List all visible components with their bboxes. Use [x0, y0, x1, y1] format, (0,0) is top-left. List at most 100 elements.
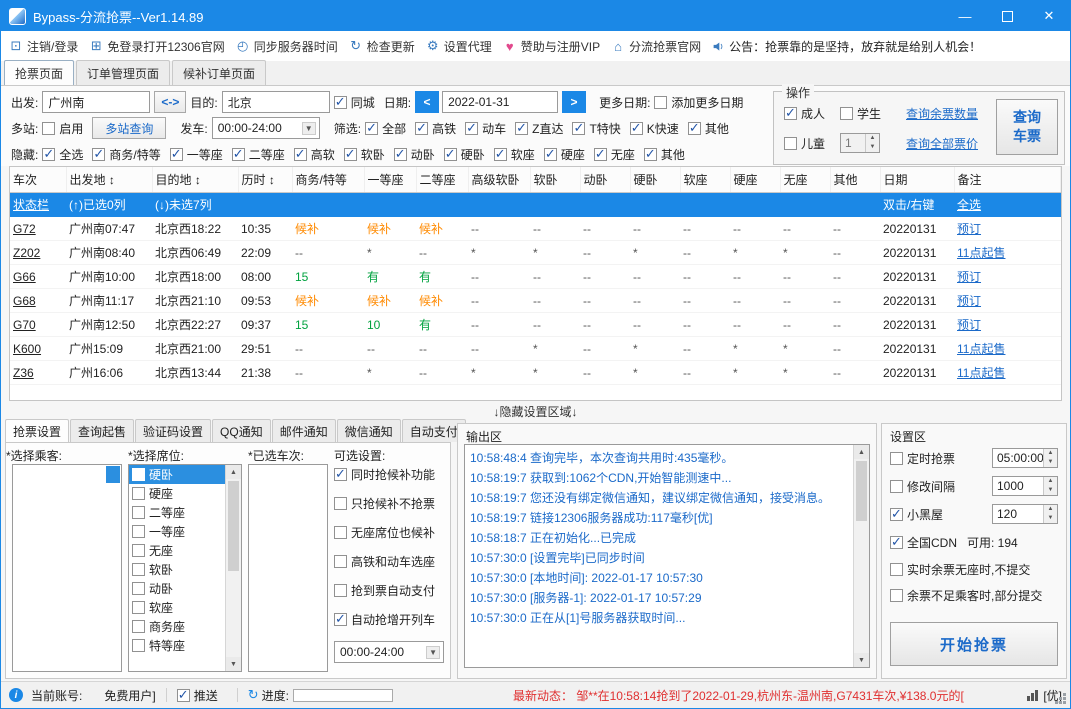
seat-item[interactable]: 一等座	[129, 522, 226, 541]
push-checkbox[interactable]	[176, 687, 190, 703]
scroll-up-icon[interactable]: ▲	[226, 465, 241, 479]
train-row[interactable]: G72 广州南07:47 北京西18:22 10:35 候补 候补 候补 -- -- -- -- --…	[10, 216, 1061, 241]
cell[interactable]: G70	[10, 312, 66, 337]
hide-option[interactable]: 高软	[293, 146, 335, 163]
seat-scrollbar[interactable]: ▲ ▼	[225, 465, 241, 671]
child-count-spinner[interactable]: 1 ▲ ▼	[840, 133, 880, 153]
hidden-area-divider[interactable]: ↓隐藏设置区域↓	[1, 401, 1070, 421]
menu-item[interactable]: ⊡ 注销/登录	[9, 38, 79, 55]
filter-checkbox[interactable]	[415, 120, 429, 136]
add-more-dates-option[interactable]: 添加更多日期	[654, 94, 743, 111]
page-tab[interactable]: 候补订单页面	[172, 60, 267, 85]
seat-item[interactable]: 软卧	[129, 560, 226, 579]
menu-item[interactable]: ⌂ 分流抢票官网	[611, 38, 701, 55]
settings-tab[interactable]: 查询起售	[70, 419, 135, 442]
seat-item[interactable]: 无座	[129, 541, 226, 560]
hide-checkbox[interactable]	[343, 146, 357, 162]
hide-checkbox[interactable]	[593, 146, 607, 162]
column-header[interactable]: 车次	[10, 167, 67, 193]
spinner-up-icon[interactable]: ▲	[1044, 477, 1057, 486]
menu-item[interactable]: ◴ 同步服务器时间	[236, 38, 338, 55]
optional-setting-checkbox[interactable]	[334, 583, 347, 597]
cell[interactable]: Z36	[10, 360, 66, 385]
optional-setting-checkbox[interactable]	[334, 611, 347, 627]
optional-setting-row[interactable]: 无座席位也候补	[334, 522, 448, 542]
column-header[interactable]: 硬座	[730, 167, 781, 193]
depart-time-select[interactable]: 00:00-24:00 ▼	[211, 117, 320, 139]
filter-option[interactable]: Z直达	[515, 120, 563, 137]
seat-checkbox[interactable]	[132, 582, 145, 595]
settings-tab[interactable]: 微信通知	[336, 419, 401, 442]
query-price-link[interactable]: 查询全部票价	[906, 135, 978, 152]
filter-checkbox[interactable]	[515, 120, 529, 136]
filter-option[interactable]: T特快	[572, 120, 621, 137]
add-more-dates-checkbox[interactable]	[654, 95, 668, 109]
column-header[interactable]: 日期	[880, 167, 955, 193]
filter-option[interactable]: K快速	[629, 120, 679, 137]
blackroom-checkbox[interactable]	[890, 506, 903, 522]
optional-setting-checkbox[interactable]	[334, 525, 347, 539]
scroll-down-icon[interactable]: ▼	[854, 653, 869, 667]
seat-checkbox[interactable]	[132, 468, 145, 481]
hide-checkbox[interactable]	[169, 146, 183, 162]
timed-grab-checkbox[interactable]	[890, 451, 903, 465]
child-checkbox[interactable]	[784, 137, 797, 150]
settings-tab[interactable]: 验证码设置	[135, 419, 212, 442]
optional-setting-row[interactable]: 只抢候补不抢票	[334, 493, 448, 513]
hide-option[interactable]: 软座	[493, 146, 535, 163]
column-header[interactable]: 无座	[780, 167, 831, 193]
hide-checkbox[interactable]	[643, 146, 657, 162]
query-ticket-button[interactable]: 查询车票	[996, 99, 1058, 155]
cell[interactable]: 11点起售	[954, 240, 1061, 265]
passenger-listbox[interactable]	[12, 464, 122, 672]
hide-checkbox[interactable]	[92, 146, 106, 162]
filter-option[interactable]: 其他	[687, 120, 729, 137]
scroll-up-icon[interactable]: ▲	[854, 445, 869, 459]
train-row[interactable]: Z202 广州南08:40 北京西06:49 22:09 -- * -- * * -- * -- * * -…	[10, 240, 1061, 265]
adult-checkbox[interactable]	[784, 105, 797, 121]
hide-option[interactable]: 商务/特等	[92, 146, 161, 163]
hide-checkbox[interactable]	[231, 146, 245, 162]
status-row[interactable]: 状态栏 (↑)已选0列 (↓)未选7列 双击/右键 全选	[10, 192, 1061, 217]
seat-checkbox[interactable]	[132, 525, 145, 538]
spinner-down-icon[interactable]: ▼	[1044, 514, 1057, 523]
train-table[interactable]: 车次 出发地 ↕ 目的地 ↕ 历时 ↕ 商务/特等 一等座 二等座 高级软卧 软卧 动卧 硬卧 软座硬…	[9, 166, 1062, 401]
adult-option[interactable]: 成人	[784, 105, 825, 122]
partial-checkbox[interactable]	[890, 588, 903, 602]
hide-checkbox[interactable]	[493, 146, 507, 162]
seat-checkbox[interactable]	[132, 544, 145, 557]
close-button[interactable]: ✕	[1028, 1, 1070, 31]
page-tab[interactable]: 订单管理页面	[76, 60, 171, 85]
output-scrollbar[interactable]: ▲ ▼	[853, 445, 869, 667]
noseat-checkbox[interactable]	[890, 562, 903, 576]
next-date-button[interactable]: >	[562, 91, 587, 113]
date-input[interactable]: 2022-01-31	[442, 91, 559, 113]
cell[interactable]: 11点起售	[954, 360, 1061, 385]
hide-option[interactable]: 硬座	[543, 146, 585, 163]
hide-option[interactable]: 其他	[643, 146, 685, 163]
train-row[interactable]: K600 广州15:09 北京西21:00 29:51 -- -- -- -- * -- * -- * *…	[10, 336, 1061, 361]
train-row[interactable]: Z36 广州16:06 北京西13:44 21:38 -- * -- * * -- * -- * * -- 2…	[10, 360, 1061, 385]
blackroom-spinner[interactable]: 120 ▲ ▼	[992, 504, 1058, 524]
filter-checkbox[interactable]	[629, 120, 643, 136]
scrollbar-thumb[interactable]	[856, 461, 867, 521]
resize-grip[interactable]	[1063, 701, 1066, 704]
hide-option[interactable]: 全选	[42, 146, 83, 163]
optional-setting-checkbox[interactable]	[334, 496, 347, 510]
hide-checkbox[interactable]	[293, 146, 307, 162]
column-header[interactable]: 动卧	[580, 167, 631, 193]
optional-setting-row[interactable]: 高铁和动车选座	[334, 551, 448, 571]
cell[interactable]: G72	[10, 216, 66, 241]
seat-checkbox[interactable]	[132, 601, 145, 614]
seat-item[interactable]: 商务座	[129, 617, 226, 636]
spinner-up-icon[interactable]: ▲	[1044, 505, 1057, 514]
swap-stations-button[interactable]: <->	[154, 91, 187, 113]
multi-station-enable-checkbox[interactable]	[42, 121, 56, 135]
hide-option[interactable]: 二等座	[231, 146, 285, 163]
filter-option[interactable]: 全部	[365, 120, 406, 137]
column-header[interactable]: 历时 ↕	[238, 167, 293, 193]
cell[interactable]: K600	[10, 336, 66, 361]
menu-item[interactable]: ⚙ 设置代理	[426, 38, 492, 55]
train-row[interactable]: G66 广州南10:00 北京西18:00 08:00 15 有有 -- -- -- -- -- --…	[10, 264, 1061, 289]
seat-item[interactable]: 软座	[129, 598, 226, 617]
